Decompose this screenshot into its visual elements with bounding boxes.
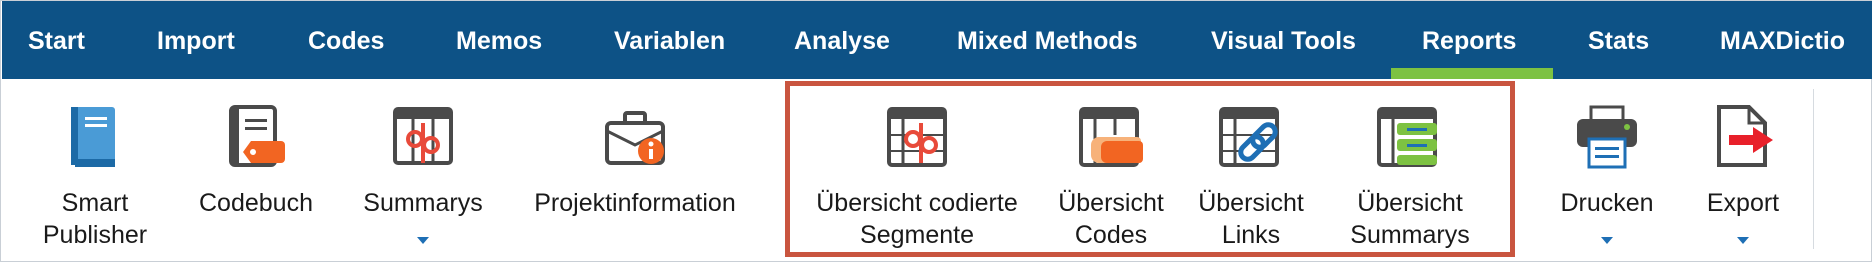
tab-import[interactable]: Import	[157, 1, 235, 79]
uebersicht-summarys-button[interactable]: Übersicht Summarys	[1335, 79, 1485, 263]
projektinformation-label: Projektinformation	[534, 189, 736, 217]
tab-variablen[interactable]: Variablen	[614, 1, 725, 79]
uebersicht-codes-button[interactable]: Übersicht Codes	[1051, 79, 1171, 263]
uebersicht-summarys-label: Übersicht Summarys	[1350, 189, 1470, 249]
drucken-label: Drucken	[1560, 189, 1654, 217]
uebersicht-links-button[interactable]: Übersicht Links	[1191, 79, 1311, 263]
summarys-icon	[387, 101, 459, 173]
coded-segments-table-icon	[881, 101, 953, 173]
tab-visual-tools[interactable]: Visual Tools	[1211, 1, 1356, 79]
tab-memos[interactable]: Memos	[456, 1, 542, 79]
uebersicht-codierte-segmente-button[interactable]: Übersicht codierte Segmente	[805, 79, 1029, 263]
tab-maxdictio[interactable]: MAXDictio	[1720, 1, 1845, 79]
uebersicht-links-label: Übersicht Links	[1198, 189, 1304, 249]
export-label: Export	[1706, 189, 1780, 217]
export-dropdown-icon[interactable]	[1737, 237, 1749, 244]
book-icon	[59, 101, 131, 173]
codes-table-icon	[1075, 101, 1147, 173]
drucken-button[interactable]: Drucken	[1545, 79, 1669, 263]
reports-ribbon: Smart Publisher Codebuch Summarys Projek…	[1, 79, 1872, 263]
summarys-dropdown-icon[interactable]	[417, 237, 429, 244]
ribbon-divider	[1813, 89, 1814, 249]
summarys-table-icon	[1373, 101, 1445, 173]
summarys-label: Summarys	[363, 189, 483, 217]
smart-publisher-label: Smart Publisher	[42, 189, 148, 249]
printer-icon	[1571, 101, 1643, 173]
tab-codes[interactable]: Codes	[308, 1, 384, 79]
codebuch-label: Codebuch	[199, 189, 313, 217]
menu-tab-bar: Start Import Codes Memos Variablen Analy…	[2, 1, 1872, 79]
tab-start[interactable]: Start	[28, 1, 85, 79]
tab-analyse[interactable]: Analyse	[794, 1, 890, 79]
uebersicht-codes-label: Übersicht Codes	[1058, 189, 1164, 249]
export-button[interactable]: Export	[1691, 79, 1795, 263]
summarys-button[interactable]: Summarys	[353, 79, 493, 263]
briefcase-info-icon	[599, 101, 671, 173]
codebook-icon	[221, 101, 293, 173]
smart-publisher-button[interactable]: Smart Publisher	[31, 79, 159, 263]
active-tab-indicator	[1391, 68, 1553, 79]
projektinformation-button[interactable]: Projektinformation	[525, 79, 745, 263]
tab-mixed-methods[interactable]: Mixed Methods	[957, 1, 1138, 79]
uebersicht-codierte-segmente-label: Übersicht codierte Segmente	[816, 189, 1018, 249]
app-frame: Start Import Codes Memos Variablen Analy…	[0, 0, 1872, 262]
export-icon	[1707, 101, 1779, 173]
drucken-dropdown-icon[interactable]	[1601, 237, 1613, 244]
links-table-icon	[1215, 101, 1287, 173]
tab-stats[interactable]: Stats	[1588, 1, 1649, 79]
codebuch-button[interactable]: Codebuch	[191, 79, 321, 263]
